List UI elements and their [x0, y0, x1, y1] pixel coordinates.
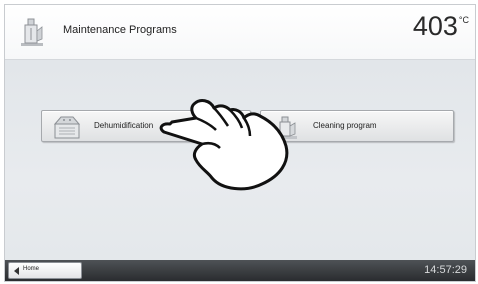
back-arrow-icon [14, 267, 19, 275]
clock: 14:57:29 [424, 264, 467, 276]
page-title: Maintenance Programs [63, 24, 177, 36]
home-button[interactable]: Home [8, 262, 82, 279]
dehumidification-label: Dehumidification [94, 121, 154, 130]
temperature-unit: °C [458, 15, 469, 25]
footer-bar: Home 14:57:29 [5, 260, 475, 281]
header-bar: Maintenance Programs 403°C [5, 5, 475, 60]
pointing-hand-icon [159, 99, 289, 191]
dehumidification-icon [53, 116, 81, 139]
home-label: Home [23, 266, 40, 272]
temperature-display: 403°C [413, 11, 469, 42]
maintenance-icon [21, 18, 43, 46]
cleaning-program-label: Cleaning program [313, 121, 377, 130]
temperature-value: 403 [412, 11, 458, 41]
